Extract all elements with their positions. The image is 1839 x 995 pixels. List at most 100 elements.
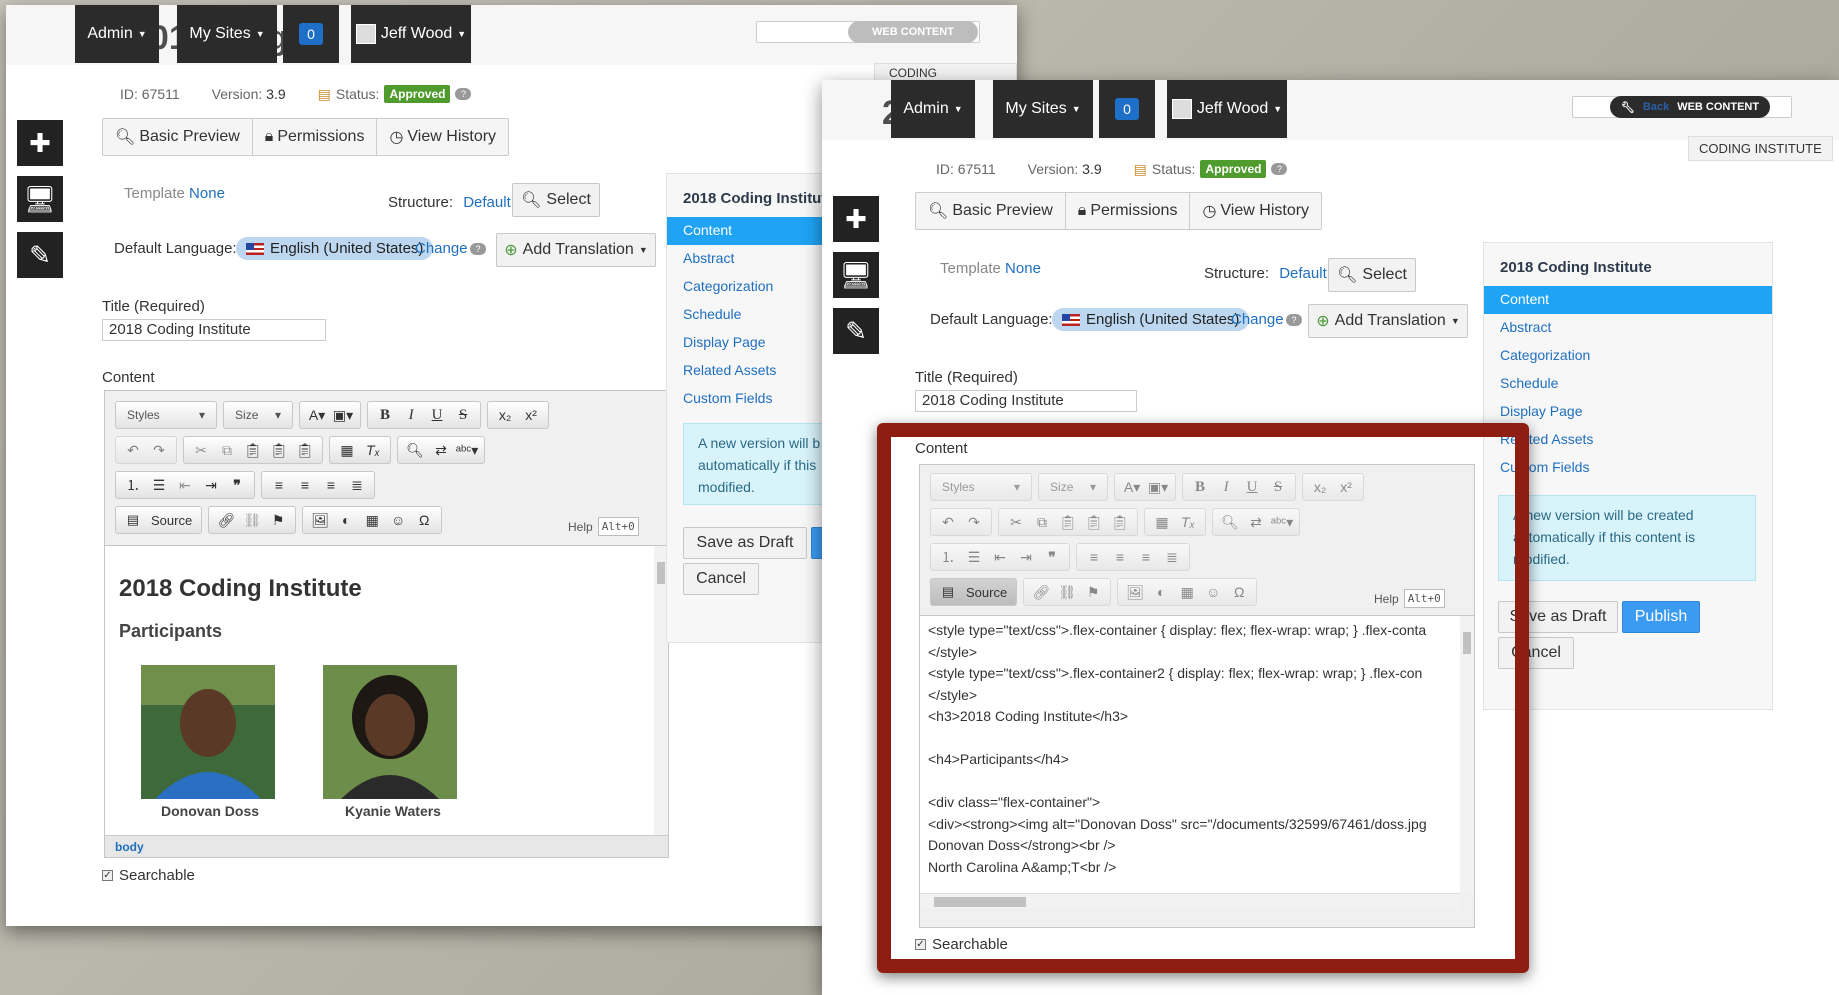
add-translation-button[interactable]: ⊕ Add Translation ▼	[1308, 304, 1468, 338]
align-right-icon[interactable]: ≡	[319, 477, 343, 493]
styles-dropdown[interactable]: Styles ▾	[115, 401, 218, 429]
edit-icon[interactable]: ✎	[17, 232, 63, 278]
replace-icon[interactable]: ⇄	[429, 442, 453, 459]
blockquote-icon[interactable]: ❞	[225, 477, 249, 494]
spellcheck-icon[interactable]: ᵃᵇᶜ▾	[455, 442, 479, 459]
special-char-icon[interactable]: Ω	[412, 512, 436, 528]
view-history-button[interactable]: ◷ View History	[377, 119, 508, 155]
source-button[interactable]: ▤ Source	[115, 506, 203, 534]
text-color-icon[interactable]: A▾	[305, 407, 329, 424]
change-language-link[interactable]: Change	[1231, 311, 1284, 328]
indent-icon[interactable]: ⇥	[199, 477, 223, 494]
my-sites-menu[interactable]: My Sites ▼	[177, 5, 277, 63]
sidebar-item-categorization[interactable]: Categorization	[1484, 342, 1772, 370]
basic-preview-button[interactable]: 🔍︎ Basic Preview	[916, 193, 1066, 229]
paste-text-icon[interactable]: 📋︎	[267, 442, 291, 459]
basic-preview-button[interactable]: 🔍︎ Basic Preview	[103, 119, 253, 155]
path-body[interactable]: body	[115, 840, 144, 854]
smiley-icon[interactable]: ☺	[386, 512, 410, 528]
clipboard-group: ✂ ⧉ 📋︎ 📋︎ 📋︎	[183, 436, 323, 464]
select-structure-button[interactable]: 🔍︎ Select	[1328, 258, 1416, 292]
web-content-pill[interactable]: 🔧︎ Back WEB CONTENT	[1610, 96, 1770, 118]
align-center-icon[interactable]: ≡	[293, 477, 317, 493]
cut-icon[interactable]: ✂	[189, 442, 213, 459]
flash-icon[interactable]: ◐	[334, 512, 358, 528]
subscript-icon[interactable]: x₂	[493, 407, 517, 423]
my-sites-menu[interactable]: My Sites ▼	[993, 80, 1093, 138]
admin-menu[interactable]: Admin ▼	[75, 5, 159, 63]
monitor-icon[interactable]: 🖥︎	[833, 252, 879, 298]
size-dropdown[interactable]: Size ▾	[223, 401, 294, 429]
add-icon[interactable]: ✚	[833, 196, 879, 242]
align-left-icon[interactable]: ≡	[267, 477, 291, 493]
structure-label: Structure:	[1204, 265, 1270, 282]
notification-count: 0	[299, 23, 323, 45]
help-icon[interactable]: ?	[1271, 163, 1288, 175]
image-icon[interactable]: 🖼︎	[308, 512, 332, 529]
superscript-icon[interactable]: x²	[519, 407, 543, 423]
publish-button[interactable]: Publish	[1622, 601, 1700, 633]
save-draft-button[interactable]: Save as Draft	[683, 527, 807, 559]
sidebar-item-abstract[interactable]: Abstract	[1484, 314, 1772, 342]
permissions-button[interactable]: 🔒︎ Permissions	[1066, 193, 1191, 229]
bg-color-icon[interactable]: ▣▾	[331, 407, 355, 424]
remove-format-icon[interactable]: Tₓ	[361, 442, 385, 458]
notification-badge[interactable]: 0	[1099, 80, 1155, 138]
title-field[interactable]: 2018 Coding Institute	[915, 390, 1137, 412]
help-icon[interactable]: ?	[470, 243, 486, 255]
scrollbar-thumb[interactable]	[657, 562, 665, 584]
help-icon[interactable]: ?	[455, 88, 472, 100]
structure-value[interactable]: Default	[1279, 265, 1327, 282]
toolbar-row-2: ↶ ↷ ✂ ⧉ 📋︎ 📋︎ 📋︎ ▦ Tₓ 🔍︎ ⇄ ᵃᵇᶜ▾	[115, 436, 485, 464]
redo-icon[interactable]: ↷	[147, 442, 171, 459]
admin-menu[interactable]: Admin ▼	[891, 80, 975, 138]
table-icon[interactable]: ▦	[360, 512, 384, 529]
searchable-checkbox[interactable]: ✓ Searchable	[102, 867, 195, 884]
add-icon: ⊕	[1316, 313, 1330, 330]
user-name: Jeff Wood	[1196, 100, 1269, 117]
underline-icon[interactable]: U	[425, 407, 449, 424]
copy-icon[interactable]: ⧉	[215, 442, 239, 459]
notification-badge[interactable]: 0	[283, 5, 339, 63]
user-menu[interactable]: Jeff Wood ▼	[1167, 80, 1287, 138]
template-value[interactable]: None	[189, 185, 225, 202]
add-icon[interactable]: ✚	[17, 120, 63, 166]
align-justify-icon[interactable]: ≣	[345, 477, 369, 494]
paste-icon[interactable]: 📋︎	[241, 442, 265, 459]
title-field[interactable]: 2018 Coding Institute	[102, 319, 326, 341]
user-menu[interactable]: Jeff Wood ▼	[351, 5, 471, 63]
sidebar-item-display-page[interactable]: Display Page	[1484, 398, 1772, 426]
format-painter-icon[interactable]: ▦	[335, 442, 359, 459]
permissions-button[interactable]: 🔒︎ Permissions	[253, 119, 378, 155]
cancel-button[interactable]: Cancel	[683, 563, 759, 595]
link-icon[interactable]: 🔗︎	[214, 512, 238, 529]
unlink-icon[interactable]: ⛓	[240, 512, 264, 529]
structure-value[interactable]: Default	[463, 194, 511, 211]
change-language-link[interactable]: Change	[415, 240, 468, 257]
sidebar-item-schedule[interactable]: Schedule	[1484, 370, 1772, 398]
find-icon[interactable]: 🔍︎	[403, 442, 427, 459]
help-icon[interactable]: ?	[1286, 314, 1302, 326]
content-heading: 2018 Coding Institute	[119, 575, 362, 602]
shortcut-key: Alt+0	[597, 517, 639, 536]
view-history-button[interactable]: ◷ View History	[1190, 193, 1321, 229]
undo-icon[interactable]: ↶	[121, 442, 145, 459]
italic-icon[interactable]: I	[399, 407, 423, 424]
ordered-list-icon[interactable]: ⒈	[121, 475, 145, 495]
select-structure-button[interactable]: 🔍︎ Select	[512, 183, 600, 217]
monitor-icon[interactable]: 🖥︎	[17, 176, 63, 222]
strike-icon[interactable]: S	[451, 407, 475, 424]
bold-icon[interactable]: B	[373, 407, 397, 424]
checkbox-icon[interactable]: ✓	[102, 870, 113, 881]
sidebar-item-content[interactable]: Content	[1484, 286, 1772, 314]
back-link[interactable]: Back	[1643, 101, 1669, 113]
template-value[interactable]: None	[1005, 260, 1041, 277]
version-info: Version: 3.9	[212, 86, 286, 102]
edit-icon[interactable]: ✎	[833, 308, 879, 354]
paste-word-icon[interactable]: 📋︎	[293, 442, 317, 459]
wysiwyg-area[interactable]: 2018 Coding Institute Participants Donov…	[105, 545, 668, 835]
add-translation-button[interactable]: ⊕ Add Translation ▼	[496, 233, 656, 267]
outdent-icon[interactable]: ⇤	[173, 477, 197, 494]
bullet-list-icon[interactable]: ☰	[147, 477, 171, 494]
anchor-flag-icon[interactable]: ⚑	[266, 512, 290, 529]
